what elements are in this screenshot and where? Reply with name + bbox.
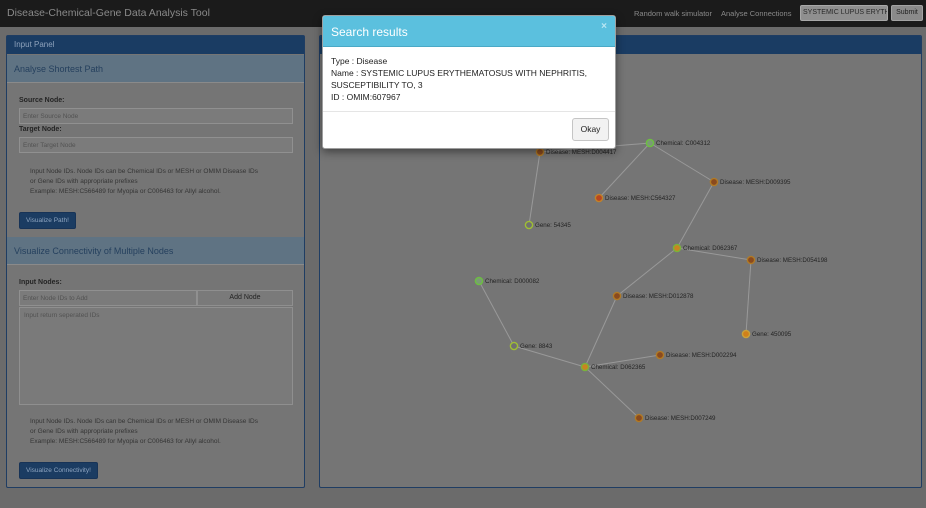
connectivity-help: Input Node IDs. Node IDs can be Chemical… (30, 417, 290, 447)
graph-node-label: Gene: 450095 (752, 331, 792, 338)
graph-node-mesh_d002294[interactable]: Disease: MESH:D002294 (655, 350, 737, 360)
add-node-button[interactable]: Add Node (197, 290, 293, 306)
app-brand[interactable]: Disease-Chemical-Gene Data Analysis Tool (7, 7, 210, 19)
graph-node-d062365[interactable]: Chemical: D062365 (580, 362, 646, 372)
graph-node-circle[interactable] (535, 147, 545, 157)
modal-header: Search results × (323, 16, 615, 47)
result-name-cont: SUSCEPTIBILITY TO, 3 (331, 80, 423, 90)
shortest-path-help: Input Node IDs. Node IDs can be Chemical… (30, 167, 290, 197)
visualize-connectivity-button[interactable]: Visualize Connectivity! (19, 462, 98, 479)
help-line: Input Node IDs. Node IDs can be Chemical… (30, 168, 258, 175)
graph-node-label: Disease: MESH:C564327 (605, 195, 676, 202)
graph-node-circle[interactable] (474, 276, 484, 286)
graph-node-circle[interactable] (672, 243, 682, 253)
shortest-path-title: Analyse Shortest Path (7, 55, 304, 83)
help-line: or Gene IDs with appropriate prefixes (30, 178, 138, 185)
graph-node-gene_450095[interactable]: Gene: 450095 (741, 329, 792, 339)
graph-node-circle[interactable] (709, 177, 719, 187)
graph-node-label: Disease: MESH:D054198 (757, 257, 828, 264)
graph-node-d062367[interactable]: Chemical: D062367 (672, 243, 738, 253)
graph-node-gene_8843[interactable]: Gene: 8843 (509, 341, 553, 351)
node-ids-textarea[interactable]: Input return seperated IDs (19, 307, 293, 405)
graph-node-circle[interactable] (746, 255, 756, 265)
graph-node-label: Chemical: D062367 (683, 245, 738, 252)
search-results-modal: Search results × Type : Disease Name : S… (322, 15, 616, 149)
input-nodes-label: Input Nodes: (19, 279, 62, 286)
search-input[interactable]: SYSTEMIC LUPUS ERYTHE (800, 5, 888, 21)
help-line: Example: MESH:C566489 for Myopia or C006… (30, 438, 221, 445)
result-type: Type : Disease (331, 56, 388, 66)
graph-node-mesh_d004417[interactable]: Disease: MESH:D004417 (535, 147, 617, 157)
graph-node-circle[interactable] (741, 329, 751, 339)
graph-node-label: Disease: MESH:D012878 (623, 293, 694, 300)
modal-footer-divider (323, 111, 615, 112)
target-node-label: Target Node: (19, 126, 62, 133)
input-panel: Input Panel Analyse Shortest Path Source… (6, 35, 305, 488)
graph-node-label: Disease: MESH:D007249 (645, 415, 716, 422)
graph-edge (745, 259, 752, 335)
graph-edge (584, 366, 640, 419)
target-node-input[interactable]: Enter Target Node (19, 137, 293, 153)
graph-node-mesh_d009395[interactable]: Disease: MESH:D009395 (709, 177, 791, 187)
node-id-input[interactable]: Enter Node IDs to Add (19, 290, 197, 306)
graph-node-mesh_d007249[interactable]: Disease: MESH:D007249 (634, 413, 716, 423)
graph-node-circle[interactable] (580, 362, 590, 372)
modal-title: Search results (331, 25, 408, 39)
graph-node-circle[interactable] (524, 220, 534, 230)
source-node-input[interactable]: Enter Source Node (19, 108, 293, 124)
nav-link-random-walk[interactable]: Random walk simulator (634, 9, 712, 18)
graph-node-circle[interactable] (594, 193, 604, 203)
graph-edge (676, 181, 715, 249)
help-line: Input Node IDs. Node IDs can be Chemical… (30, 418, 258, 425)
graph-node-label: Gene: 8843 (520, 343, 553, 350)
graph-edge (528, 151, 541, 226)
okay-button[interactable]: Okay (572, 118, 609, 141)
nav-link-analyse-connections[interactable]: Analyse Connections (721, 9, 791, 18)
graph-edge (649, 142, 715, 183)
graph-edge (478, 280, 515, 347)
help-line: or Gene IDs with appropriate prefixes (30, 428, 138, 435)
close-icon[interactable]: × (601, 21, 607, 32)
graph-node-mesh_d012878[interactable]: Disease: MESH:D012878 (612, 291, 694, 301)
graph-node-label: Disease: MESH:D009395 (720, 179, 791, 186)
input-panel-title: Input Panel (7, 36, 304, 54)
source-node-label: Source Node: (19, 97, 65, 104)
help-line: Example: MESH:C566489 for Myopia or C006… (30, 188, 221, 195)
graph-nodes: Disease: MESH:D004417 Chemical: C004312 Di… (474, 138, 828, 423)
graph-node-gene_54345[interactable]: Gene: 54345 (524, 220, 571, 230)
graph-node-label: Disease: MESH:D002294 (666, 352, 737, 359)
graph-node-circle[interactable] (509, 341, 519, 351)
result-name: Name : SYSTEMIC LUPUS ERYTHEMATOSUS WITH… (331, 68, 587, 78)
submit-button[interactable]: Submit (891, 5, 923, 21)
graph-node-label: Chemical: D062365 (591, 364, 646, 371)
graph-node-label: Chemical: D000082 (485, 278, 540, 285)
graph-node-c004312[interactable]: Chemical: C004312 (645, 138, 711, 148)
result-id: ID : OMIM:607967 (331, 92, 401, 102)
graph-node-circle[interactable] (645, 138, 655, 148)
graph-node-d000082[interactable]: Chemical: D000082 (474, 276, 540, 286)
connectivity-title: Visualize Connectivity of Multiple Nodes (7, 237, 304, 265)
graph-edge (616, 247, 678, 297)
graph-node-mesh_c564327[interactable]: Disease: MESH:C564327 (594, 193, 676, 203)
graph-node-circle[interactable] (612, 291, 622, 301)
graph-node-label: Disease: MESH:D004417 (546, 149, 617, 156)
graph-node-circle[interactable] (634, 413, 644, 423)
graph-node-label: Chemical: C004312 (656, 140, 711, 147)
graph-edge (584, 295, 618, 368)
visualize-path-button[interactable]: Visualize Path! (19, 212, 76, 229)
graph-node-circle[interactable] (655, 350, 665, 360)
graph-node-label: Gene: 54345 (535, 222, 571, 229)
graph-node-mesh_d054198[interactable]: Disease: MESH:D054198 (746, 255, 828, 265)
